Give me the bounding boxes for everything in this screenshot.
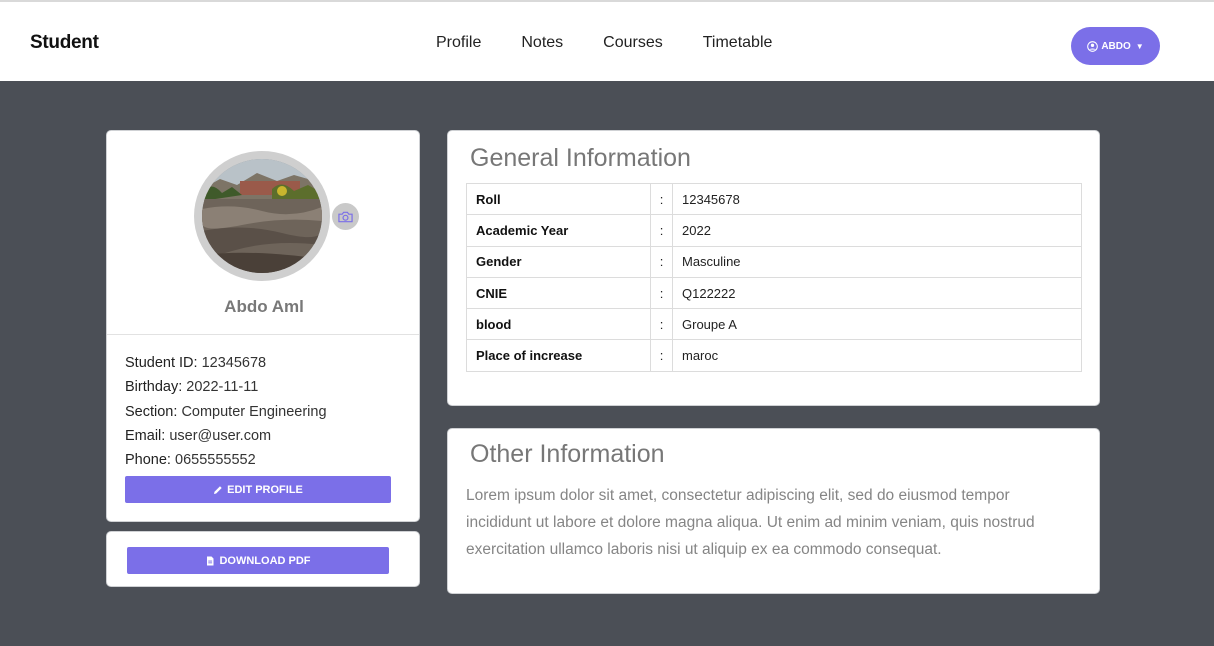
field-label: Email:	[125, 427, 166, 444]
top-navbar: Student Profile Notes Courses Timetable …	[0, 0, 1214, 81]
row-separator: :	[650, 245, 673, 278]
row-value: 12345678	[672, 182, 1082, 216]
download-pdf-label: DOWNLOAD PDF	[219, 554, 311, 567]
row-separator: :	[650, 214, 673, 247]
row-key: Gender	[466, 245, 651, 278]
row-key: Place of increase	[466, 339, 651, 372]
table-row: Roll : 12345678	[466, 182, 1082, 216]
brand-title[interactable]: Student	[30, 32, 99, 54]
download-pdf-button[interactable]: DOWNLOAD PDF	[127, 547, 389, 574]
download-card: DOWNLOAD PDF	[106, 531, 420, 587]
other-information-card: Other Information Lorem ipsum dolor sit …	[447, 428, 1100, 594]
field-label: Student ID:	[125, 355, 198, 371]
field-label: Birthday:	[125, 379, 183, 396]
field-value: 12345678	[201, 355, 267, 371]
other-information-title: Other Information	[470, 440, 665, 468]
row-separator: :	[650, 276, 673, 310]
profile-divider	[107, 334, 419, 335]
field-label: Phone:	[125, 452, 171, 469]
table-row: Academic Year : 2022	[466, 214, 1082, 247]
birthday-row: Birthday: 2022-11-11	[125, 379, 327, 403]
field-value: Computer Engineering	[181, 403, 327, 420]
row-value: Groupe A	[672, 308, 1082, 341]
row-value: Masculine	[672, 245, 1082, 278]
main-nav: Profile Notes Courses Timetable	[436, 34, 812, 52]
profile-details: Student ID: 12345678 Birthday: 2022-11-1…	[125, 355, 327, 476]
landscape-photo	[202, 159, 322, 273]
general-information-card: General Information Roll : 12345678 Acad…	[447, 130, 1100, 406]
field-label: Section:	[125, 403, 178, 420]
avatar-frame	[194, 151, 330, 281]
pencil-icon	[214, 485, 222, 494]
nav-link-notes[interactable]: Notes	[521, 34, 563, 52]
row-value: Q122222	[672, 276, 1082, 310]
file-pdf-icon	[207, 556, 214, 565]
row-separator: :	[650, 182, 673, 216]
row-value: 2022	[672, 214, 1082, 247]
table-row: blood : Groupe A	[466, 308, 1082, 341]
caret-down-icon: ▼	[1135, 41, 1144, 51]
row-key: Roll	[466, 182, 651, 216]
section-row: Section: Computer Engineering	[125, 404, 327, 428]
profile-name: Abdo Aml	[224, 297, 304, 316]
camera-icon	[338, 211, 353, 222]
user-circle-icon	[1087, 40, 1099, 52]
row-key: Academic Year	[466, 214, 651, 247]
change-photo-button[interactable]	[332, 203, 359, 230]
general-information-table: Roll : 12345678 Academic Year : 2022 Gen…	[466, 182, 1082, 372]
field-value: 0655555552	[175, 452, 256, 469]
general-information-title: General Information	[470, 144, 691, 172]
other-information-text: Lorem ipsum dolor sit amet, consectetur …	[466, 487, 1035, 558]
row-separator: :	[650, 308, 673, 341]
edit-profile-label: EDIT PROFILE	[227, 483, 303, 496]
phone-row: Phone: 0655555552	[125, 452, 327, 476]
user-dropdown-label: ABDO	[1101, 40, 1131, 52]
profile-card: Abdo Aml Student ID: 12345678 Birthday: …	[106, 130, 420, 522]
row-separator: :	[650, 339, 673, 372]
row-value: maroc	[672, 339, 1082, 372]
nav-link-courses[interactable]: Courses	[603, 34, 663, 52]
table-row: Place of increase : maroc	[466, 339, 1082, 372]
user-dropdown-button[interactable]: ABDO ▼	[1071, 27, 1160, 65]
table-row: Gender : Masculine	[466, 245, 1082, 278]
email-row: Email: user@user.com	[125, 428, 327, 452]
table-row: CNIE : Q122222	[466, 276, 1082, 310]
student-id-row: Student ID: 12345678	[125, 355, 327, 379]
nav-link-profile[interactable]: Profile	[436, 34, 481, 52]
field-value: 2022-11-11	[186, 379, 259, 396]
nav-link-timetable[interactable]: Timetable	[703, 34, 773, 52]
field-value: user@user.com	[169, 427, 272, 444]
row-key: blood	[466, 308, 651, 341]
row-key: CNIE	[466, 276, 651, 310]
edit-profile-button[interactable]: EDIT PROFILE	[125, 476, 391, 503]
avatar	[202, 159, 322, 273]
